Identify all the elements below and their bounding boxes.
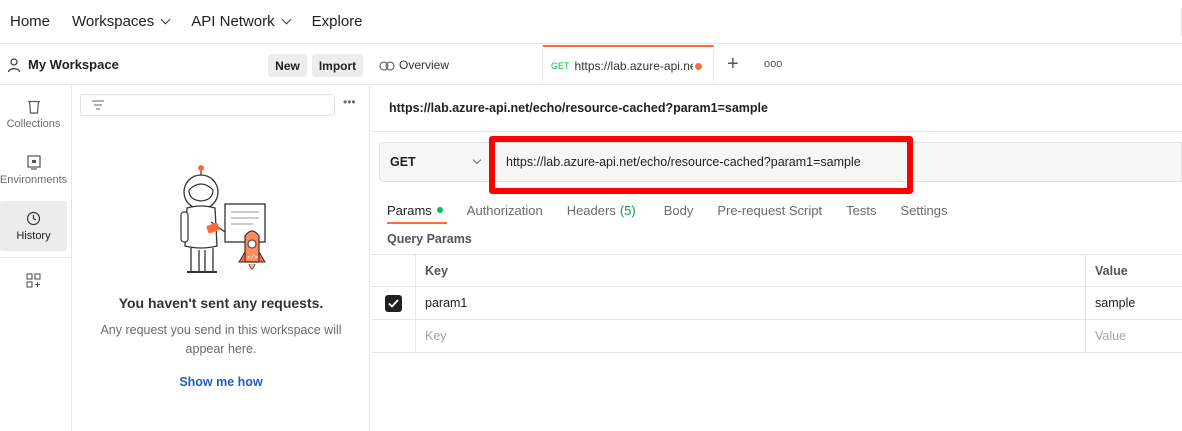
more-options-icon[interactable]: ••• bbox=[343, 95, 356, 109]
workspace-title: My Workspace bbox=[28, 57, 119, 72]
column-header-value: Value bbox=[1095, 264, 1128, 278]
tab-params[interactable]: Params bbox=[387, 199, 447, 224]
nav-home[interactable]: Home bbox=[10, 13, 50, 30]
show-me-how-link[interactable]: Show me how bbox=[72, 375, 370, 389]
unsaved-dot-icon bbox=[694, 62, 702, 70]
request-name[interactable]: https://lab.azure-api.net/echo/resource-… bbox=[389, 101, 768, 115]
table-row: param1 sample bbox=[371, 287, 1182, 320]
tab-tests[interactable]: Tests bbox=[846, 199, 876, 221]
sidebar-item-history[interactable]: History bbox=[0, 201, 67, 251]
tab-headers[interactable]: Headers (5) bbox=[567, 199, 636, 221]
chevron-down-icon bbox=[160, 14, 171, 25]
overview-icon bbox=[379, 61, 395, 71]
filter-icon bbox=[92, 100, 104, 110]
new-param-key-input[interactable]: Key bbox=[416, 320, 1086, 352]
tab-more-options-icon[interactable]: ooo bbox=[764, 58, 782, 70]
nav-explore[interactable]: Explore bbox=[312, 13, 363, 30]
trash-bin-icon bbox=[27, 100, 40, 114]
chevron-down-icon bbox=[281, 14, 292, 25]
history-panel: ••• </> You haven't sent any requests. A… bbox=[72, 86, 370, 431]
svg-text:</>: </> bbox=[247, 254, 258, 261]
request-tab-bar: Overview GET https://lab.azure-api.net/e… bbox=[371, 45, 1182, 85]
tab-request[interactable]: GET https://lab.azure-api.net/echo/resou… bbox=[543, 45, 714, 85]
import-button[interactable]: Import bbox=[312, 54, 363, 77]
environment-icon bbox=[26, 154, 41, 170]
user-icon bbox=[7, 57, 21, 72]
empty-history-description: Any request you send in this workspace w… bbox=[100, 323, 342, 356]
tab-method-badge: GET bbox=[551, 61, 570, 71]
tab-request-url: https://lab.azure-api.net/echo/resource-… bbox=[574, 59, 693, 73]
column-header-key: Key bbox=[416, 255, 1086, 287]
method-select[interactable]: GET bbox=[380, 143, 491, 181]
param-checkbox[interactable] bbox=[384, 294, 402, 312]
new-param-value-input[interactable]: Value bbox=[1086, 320, 1182, 352]
url-highlight-box bbox=[489, 136, 913, 194]
chevron-down-icon bbox=[472, 155, 482, 165]
tab-prerequest-script[interactable]: Pre-request Script bbox=[717, 199, 822, 221]
table-header-row: Key Value bbox=[371, 254, 1182, 287]
tab-overview[interactable]: Overview bbox=[371, 45, 543, 85]
sidebar-item-collections[interactable]: Collections bbox=[0, 89, 67, 139]
sidebar-item-environments[interactable]: Environments bbox=[0, 145, 67, 195]
history-icon bbox=[26, 211, 41, 225]
table-row-new: Key Value bbox=[371, 320, 1182, 353]
checkmark-icon bbox=[387, 298, 399, 308]
sidebar-rail: Collections Environments History bbox=[0, 86, 72, 431]
tab-body[interactable]: Body bbox=[664, 199, 694, 221]
param-value-cell[interactable]: sample bbox=[1086, 287, 1182, 319]
empty-history-title: You haven't sent any requests. bbox=[118, 295, 324, 311]
query-params-title: Query Params bbox=[387, 232, 472, 246]
param-key-cell[interactable]: param1 bbox=[416, 287, 1086, 319]
tab-authorization[interactable]: Authorization bbox=[467, 199, 543, 221]
new-button[interactable]: New bbox=[268, 54, 307, 77]
top-nav: Home Workspaces API Network Explore bbox=[0, 0, 1182, 44]
request-subtabs: Params Authorization Headers (5) Body Pre… bbox=[387, 199, 971, 224]
headers-count: (5) bbox=[619, 202, 636, 218]
nav-api-network[interactable]: API Network bbox=[191, 13, 292, 30]
active-params-dot-icon bbox=[436, 207, 443, 213]
new-tab-plus-icon[interactable]: + bbox=[727, 54, 739, 74]
sidebar-item-add-apps[interactable] bbox=[0, 257, 67, 307]
nav-workspaces[interactable]: Workspaces bbox=[72, 13, 171, 30]
tab-settings[interactable]: Settings bbox=[900, 199, 947, 221]
filter-input[interactable] bbox=[80, 94, 335, 116]
astronaut-illustration: </> bbox=[180, 165, 266, 273]
apps-add-icon bbox=[26, 272, 41, 288]
divider bbox=[371, 131, 1182, 132]
workspace-header: My Workspace New Import bbox=[0, 45, 370, 85]
query-params-table: Key Value param1 sample Key Value bbox=[371, 254, 1182, 353]
